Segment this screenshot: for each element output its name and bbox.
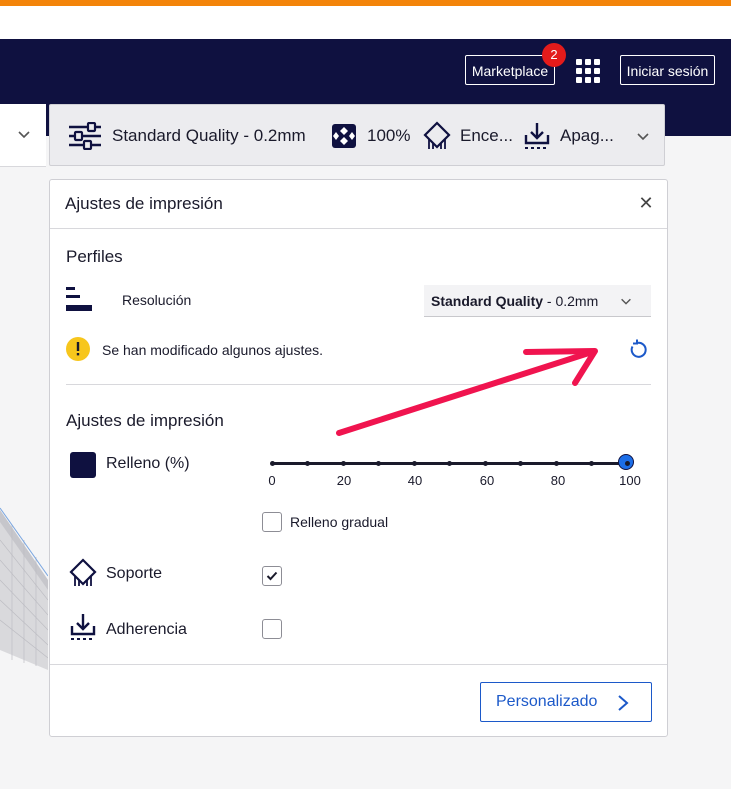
annotation-arrow <box>336 348 598 436</box>
marketplace-badge: 2 <box>542 43 566 67</box>
slider-tick-label: 80 <box>550 473 566 488</box>
adhesion-icon <box>524 123 550 149</box>
slider-tick-dot <box>376 461 381 466</box>
slider-tick-dot <box>482 461 488 466</box>
slider-tick-label: 60 <box>479 473 495 488</box>
adhesion-label: Adherencia <box>106 621 187 638</box>
infill-label: Relleno (%) <box>106 455 190 472</box>
toolbar-adhesion: Apag... <box>560 126 614 145</box>
marketplace-button[interactable]: Marketplace <box>465 55 555 85</box>
profiles-title: Perfiles <box>66 247 123 266</box>
apps-grid-icon[interactable] <box>574 57 602 85</box>
build-plate <box>0 507 48 670</box>
panel-header: Ajustes de impresión ✕ <box>50 180 667 229</box>
resolution-dropdown[interactable]: Standard Quality - 0.2mm <box>424 285 651 317</box>
resolution-value-quality: Standard Quality <box>431 293 544 309</box>
resolution-label: Resolución <box>122 292 192 308</box>
slider-tick-label: 100 <box>619 473 641 488</box>
slider-tick-label: 40 <box>407 473 423 488</box>
signin-button[interactable]: Iniciar sesión <box>620 55 715 85</box>
title-strip <box>0 6 731 39</box>
slider-tick-label: 20 <box>336 473 352 488</box>
toolbar-infill: 100% <box>367 126 411 145</box>
adhesion-checkbox[interactable] <box>262 619 282 639</box>
slider-tick-dot <box>340 461 346 466</box>
gradual-infill-checkbox[interactable] <box>262 512 282 532</box>
print-settings-toolbar[interactable]: Standard Quality - 0.2mm 100% Ence... Ap… <box>49 104 665 166</box>
warning-icon <box>66 337 90 361</box>
chevron-down-icon <box>621 298 631 305</box>
slider-tick-dot <box>589 461 594 466</box>
check-icon <box>266 571 278 581</box>
support-label: Soporte <box>106 565 163 582</box>
chevron-right-icon <box>618 695 629 711</box>
warning-text: Se han modificado algunos ajustes. <box>102 342 324 358</box>
left-selector[interactable] <box>0 104 46 167</box>
slider-tick-dot <box>411 461 417 466</box>
reset-icon[interactable] <box>626 338 650 362</box>
slider-tick-dot <box>269 461 275 466</box>
slider-tick-label: 0 <box>268 473 276 488</box>
support-icon <box>69 558 97 586</box>
resolution-value-layer: - 0.2mm <box>543 293 599 309</box>
print-settings-panel: Ajustes de impresión ✕ Perfiles Resoluci… <box>49 179 668 737</box>
toolbar-profile: Standard Quality - 0.2mm <box>112 126 306 145</box>
footer-divider <box>50 664 667 665</box>
close-icon[interactable]: ✕ <box>635 192 657 214</box>
print-settings-title: Ajustes de impresión <box>66 411 224 430</box>
infill-square-icon <box>70 452 96 478</box>
adhesion-icon <box>70 614 96 640</box>
infill-icon <box>332 124 356 148</box>
slider-tick-dot <box>624 461 630 466</box>
custom-mode-label: Personalizado <box>496 693 598 710</box>
slider-tick-dot <box>447 461 452 466</box>
panel-title: Ajustes de impresión <box>65 194 223 213</box>
support-checkbox[interactable] <box>262 566 282 586</box>
chevron-down-icon <box>637 133 649 141</box>
toolbar-support: Ence... <box>460 126 513 145</box>
sliders-icon <box>69 122 101 150</box>
custom-mode-button[interactable]: Personalizado <box>480 682 652 722</box>
slider-tick-dot <box>305 461 310 466</box>
resolution-icon <box>66 287 92 311</box>
slider-tick-dot <box>518 461 523 466</box>
support-icon <box>423 121 451 149</box>
slider-tick-dot <box>553 461 559 466</box>
gradual-infill-label: Relleno gradual <box>290 514 389 530</box>
chevron-down-icon <box>18 131 30 139</box>
